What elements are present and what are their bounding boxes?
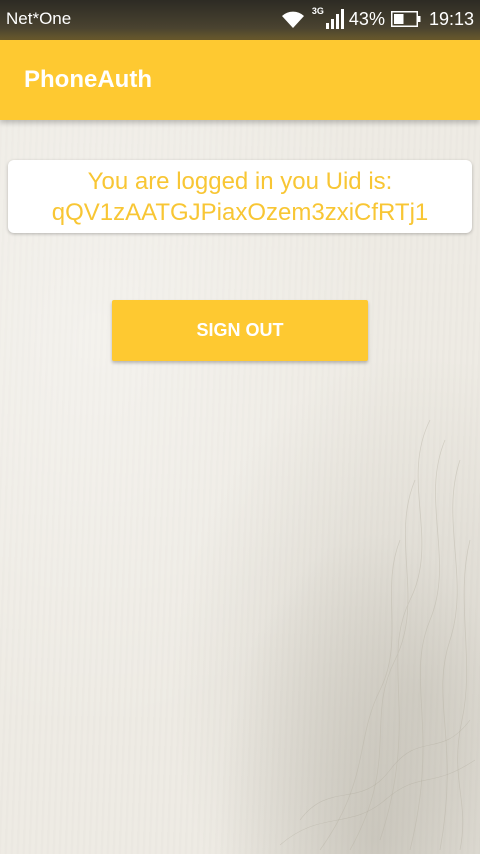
clock: 19:13 (428, 8, 474, 29)
network-type: 3G (311, 6, 324, 16)
status-indicators: 3G 43% 19:13 (280, 6, 474, 30)
uid-message-card: You are logged in you Uid is: qQV1zAATGJ… (8, 160, 472, 233)
main-content: You are logged in you Uid is: qQV1zAATGJ… (0, 120, 480, 854)
app-bar: PhoneAuth (0, 40, 480, 120)
status-bar: Net*One 3G 43% 19:13 (0, 0, 480, 40)
signal-icon (325, 9, 344, 29)
app-title: PhoneAuth (24, 66, 152, 93)
battery-icon (390, 11, 421, 27)
carrier-name: Net*One (6, 9, 72, 28)
battery-percent: 43% (348, 8, 385, 29)
wifi-icon (281, 11, 304, 28)
uid-value: qQV1zAATGJPiaxOzem3zxiCfRTj1 (51, 199, 429, 226)
sign-out-button[interactable]: SIGN OUT (112, 300, 368, 361)
logged-in-message: You are logged in you Uid is: (87, 168, 393, 195)
